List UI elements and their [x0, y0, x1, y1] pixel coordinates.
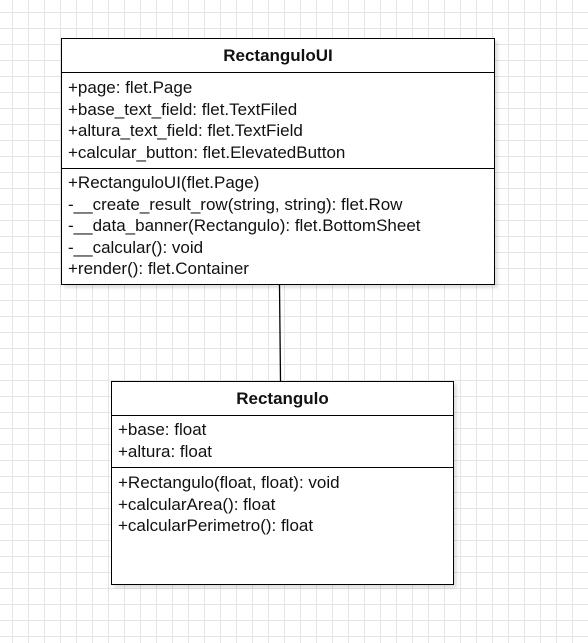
attribute: +base_text_field: flet.TextFiled	[68, 99, 298, 119]
attributes-compartment: +base: float +altura: float	[112, 416, 453, 468]
class-name: Rectangulo	[112, 382, 453, 416]
attribute: +altura: float	[118, 441, 213, 461]
attribute: +page: flet.Page	[68, 78, 193, 97]
association-line	[278, 284, 282, 382]
method: +calcularPerimetro(): float	[118, 516, 314, 536]
method: +RectanguloUI(flet.Page)	[68, 173, 260, 192]
attribute: +calcular_button: flet.ElevatedButton	[68, 142, 346, 162]
class-rectangulo-ui[interactable]: RectanguloUI +page: flet.Page +base_text…	[61, 38, 495, 285]
methods-compartment: +RectanguloUI(flet.Page) -__create_resul…	[62, 169, 494, 280]
method: +calcularArea(): float	[118, 494, 276, 514]
method: +render(): flet.Container	[68, 259, 249, 279]
attributes-compartment: +page: flet.Page +base_text_field: flet.…	[62, 73, 494, 169]
method: +Rectangulo(float, float): void	[118, 473, 340, 492]
class-rectangulo[interactable]: Rectangulo +base: float +altura: float +…	[111, 381, 454, 585]
method: -__calcular(): void	[68, 237, 204, 257]
method: -__data_banner(Rectangulo): flet.BottomS…	[68, 216, 421, 236]
methods-compartment: +Rectangulo(float, float): void +calcula…	[112, 468, 453, 537]
attribute: +altura_text_field: flet.TextField	[68, 121, 303, 141]
attribute: +base: float	[118, 420, 207, 439]
method: -__create_result_row(string, string): fl…	[68, 194, 403, 214]
class-name: RectanguloUI	[62, 39, 494, 73]
